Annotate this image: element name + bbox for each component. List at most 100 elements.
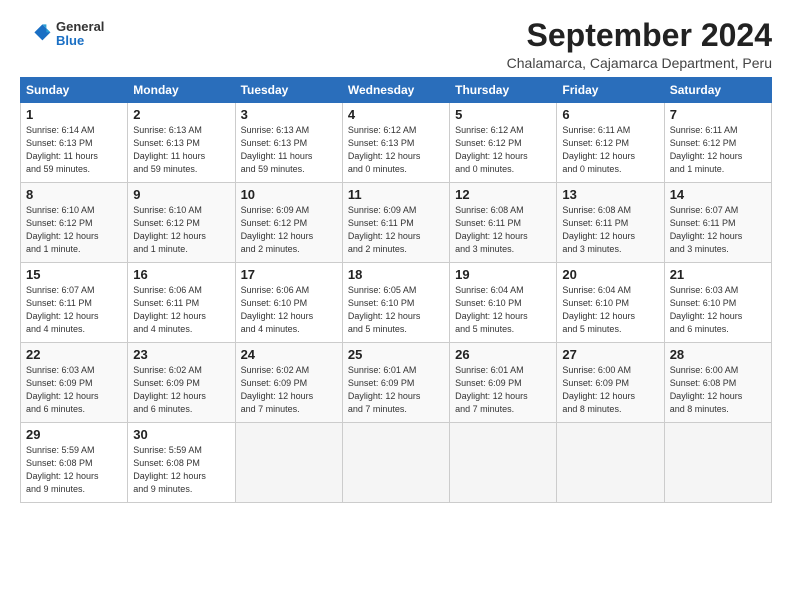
col-tuesday: Tuesday	[235, 78, 342, 103]
day-info: Sunrise: 6:09 AM Sunset: 6:12 PM Dayligh…	[241, 204, 337, 256]
day-info: Sunrise: 6:11 AM Sunset: 6:12 PM Dayligh…	[670, 124, 766, 176]
calendar-cell: 13 Sunrise: 6:08 AM Sunset: 6:11 PM Dayli…	[557, 183, 664, 263]
day-info: Sunrise: 6:12 AM Sunset: 6:13 PM Dayligh…	[348, 124, 444, 176]
day-number: 18	[348, 267, 444, 282]
calendar-week-5: 29 Sunrise: 5:59 AM Sunset: 6:08 PM Dayli…	[21, 423, 772, 503]
day-number: 26	[455, 347, 551, 362]
calendar-header-row: Sunday Monday Tuesday Wednesday Thursday…	[21, 78, 772, 103]
day-info: Sunrise: 6:04 AM Sunset: 6:10 PM Dayligh…	[562, 284, 658, 336]
calendar-cell: 3Sunrise: 6:13 AM Sunset: 6:13 PM Daylig…	[235, 103, 342, 183]
calendar-cell: 9 Sunrise: 6:10 AM Sunset: 6:12 PM Daylig…	[128, 183, 235, 263]
calendar-cell: 23 Sunrise: 6:02 AM Sunset: 6:09 PM Dayli…	[128, 343, 235, 423]
day-number: 22	[26, 347, 122, 362]
day-info: Sunrise: 6:01 AM Sunset: 6:09 PM Dayligh…	[348, 364, 444, 416]
calendar-cell: 12 Sunrise: 6:08 AM Sunset: 6:11 PM Dayli…	[450, 183, 557, 263]
calendar-cell: 26 Sunrise: 6:01 AM Sunset: 6:09 PM Dayli…	[450, 343, 557, 423]
day-info: Sunrise: 5:59 AM Sunset: 6:08 PM Dayligh…	[26, 444, 122, 496]
calendar-cell: 30Sunrise: 5:59 AM Sunset: 6:08 PM Dayli…	[128, 423, 235, 503]
col-sunday: Sunday	[21, 78, 128, 103]
calendar-cell: 8Sunrise: 6:10 AM Sunset: 6:12 PM Daylig…	[21, 183, 128, 263]
calendar-cell	[557, 423, 664, 503]
day-info: Sunrise: 6:12 AM Sunset: 6:12 PM Dayligh…	[455, 124, 551, 176]
logo-blue-text: Blue	[56, 34, 104, 48]
day-info: Sunrise: 6:13 AM Sunset: 6:13 PM Dayligh…	[241, 124, 337, 176]
calendar-cell: 24 Sunrise: 6:02 AM Sunset: 6:09 PM Dayli…	[235, 343, 342, 423]
day-number: 4	[348, 107, 444, 122]
day-info: Sunrise: 6:13 AM Sunset: 6:13 PM Dayligh…	[133, 124, 229, 176]
day-number: 25	[348, 347, 444, 362]
day-number: 20	[562, 267, 658, 282]
day-number: 17	[241, 267, 337, 282]
col-monday: Monday	[128, 78, 235, 103]
location-subtitle: Chalamarca, Cajamarca Department, Peru	[507, 55, 772, 71]
day-info: Sunrise: 6:14 AM Sunset: 6:13 PM Dayligh…	[26, 124, 122, 176]
day-number: 28	[670, 347, 766, 362]
day-info: Sunrise: 6:10 AM Sunset: 6:12 PM Dayligh…	[133, 204, 229, 256]
calendar-cell: 2 Sunrise: 6:13 AM Sunset: 6:13 PM Daylig…	[128, 103, 235, 183]
calendar-cell: 11Sunrise: 6:09 AM Sunset: 6:11 PM Dayli…	[342, 183, 449, 263]
day-info: Sunrise: 6:08 AM Sunset: 6:11 PM Dayligh…	[455, 204, 551, 256]
logo-general-text: General	[56, 20, 104, 34]
calendar-cell: 22Sunrise: 6:03 AM Sunset: 6:09 PM Dayli…	[21, 343, 128, 423]
day-number: 5	[455, 107, 551, 122]
header: General Blue September 2024 Chalamarca, …	[20, 18, 772, 71]
calendar-cell: 27 Sunrise: 6:00 AM Sunset: 6:09 PM Dayli…	[557, 343, 664, 423]
day-number: 24	[241, 347, 337, 362]
day-number: 10	[241, 187, 337, 202]
day-info: Sunrise: 6:04 AM Sunset: 6:10 PM Dayligh…	[455, 284, 551, 336]
calendar-cell	[342, 423, 449, 503]
day-number: 12	[455, 187, 551, 202]
day-number: 27	[562, 347, 658, 362]
logo-text: General Blue	[56, 20, 104, 49]
col-wednesday: Wednesday	[342, 78, 449, 103]
col-saturday: Saturday	[664, 78, 771, 103]
day-number: 6	[562, 107, 658, 122]
day-number: 29	[26, 427, 122, 442]
calendar-cell: 14 Sunrise: 6:07 AM Sunset: 6:11 PM Dayli…	[664, 183, 771, 263]
day-number: 16	[133, 267, 229, 282]
day-info: Sunrise: 6:06 AM Sunset: 6:11 PM Dayligh…	[133, 284, 229, 336]
calendar-cell	[450, 423, 557, 503]
month-title: September 2024	[507, 18, 772, 53]
day-number: 9	[133, 187, 229, 202]
day-info: Sunrise: 6:05 AM Sunset: 6:10 PM Dayligh…	[348, 284, 444, 336]
title-block: September 2024 Chalamarca, Cajamarca Dep…	[507, 18, 772, 71]
calendar-cell: 29 Sunrise: 5:59 AM Sunset: 6:08 PM Dayli…	[21, 423, 128, 503]
day-number: 23	[133, 347, 229, 362]
day-number: 2	[133, 107, 229, 122]
calendar-cell: 7 Sunrise: 6:11 AM Sunset: 6:12 PM Daylig…	[664, 103, 771, 183]
day-number: 1	[26, 107, 122, 122]
calendar-cell: 10 Sunrise: 6:09 AM Sunset: 6:12 PM Dayli…	[235, 183, 342, 263]
day-info: Sunrise: 6:00 AM Sunset: 6:09 PM Dayligh…	[562, 364, 658, 416]
calendar-week-4: 22Sunrise: 6:03 AM Sunset: 6:09 PM Dayli…	[21, 343, 772, 423]
day-info: Sunrise: 6:02 AM Sunset: 6:09 PM Dayligh…	[133, 364, 229, 416]
day-info: Sunrise: 6:11 AM Sunset: 6:12 PM Dayligh…	[562, 124, 658, 176]
day-info: Sunrise: 6:09 AM Sunset: 6:11 PM Dayligh…	[348, 204, 444, 256]
calendar-cell: 4 Sunrise: 6:12 AM Sunset: 6:13 PM Daylig…	[342, 103, 449, 183]
calendar-cell: 25 Sunrise: 6:01 AM Sunset: 6:09 PM Dayli…	[342, 343, 449, 423]
calendar-table: Sunday Monday Tuesday Wednesday Thursday…	[20, 77, 772, 503]
logo-icon	[20, 18, 52, 50]
calendar-week-1: 1 Sunrise: 6:14 AM Sunset: 6:13 PM Daylig…	[21, 103, 772, 183]
day-info: Sunrise: 5:59 AM Sunset: 6:08 PM Dayligh…	[133, 444, 229, 496]
day-info: Sunrise: 6:02 AM Sunset: 6:09 PM Dayligh…	[241, 364, 337, 416]
calendar-cell: 17Sunrise: 6:06 AM Sunset: 6:10 PM Dayli…	[235, 263, 342, 343]
col-thursday: Thursday	[450, 78, 557, 103]
calendar-cell: 15 Sunrise: 6:07 AM Sunset: 6:11 PM Dayli…	[21, 263, 128, 343]
day-info: Sunrise: 6:07 AM Sunset: 6:11 PM Dayligh…	[670, 204, 766, 256]
calendar-cell	[664, 423, 771, 503]
page: General Blue September 2024 Chalamarca, …	[0, 0, 792, 612]
day-number: 14	[670, 187, 766, 202]
calendar-cell: 19Sunrise: 6:04 AM Sunset: 6:10 PM Dayli…	[450, 263, 557, 343]
logo: General Blue	[20, 18, 104, 50]
day-info: Sunrise: 6:10 AM Sunset: 6:12 PM Dayligh…	[26, 204, 122, 256]
day-number: 7	[670, 107, 766, 122]
day-number: 13	[562, 187, 658, 202]
day-info: Sunrise: 6:01 AM Sunset: 6:09 PM Dayligh…	[455, 364, 551, 416]
calendar-cell: 20 Sunrise: 6:04 AM Sunset: 6:10 PM Dayli…	[557, 263, 664, 343]
calendar-week-2: 8Sunrise: 6:10 AM Sunset: 6:12 PM Daylig…	[21, 183, 772, 263]
day-info: Sunrise: 6:07 AM Sunset: 6:11 PM Dayligh…	[26, 284, 122, 336]
calendar-cell: 1 Sunrise: 6:14 AM Sunset: 6:13 PM Daylig…	[21, 103, 128, 183]
day-number: 15	[26, 267, 122, 282]
day-info: Sunrise: 6:08 AM Sunset: 6:11 PM Dayligh…	[562, 204, 658, 256]
